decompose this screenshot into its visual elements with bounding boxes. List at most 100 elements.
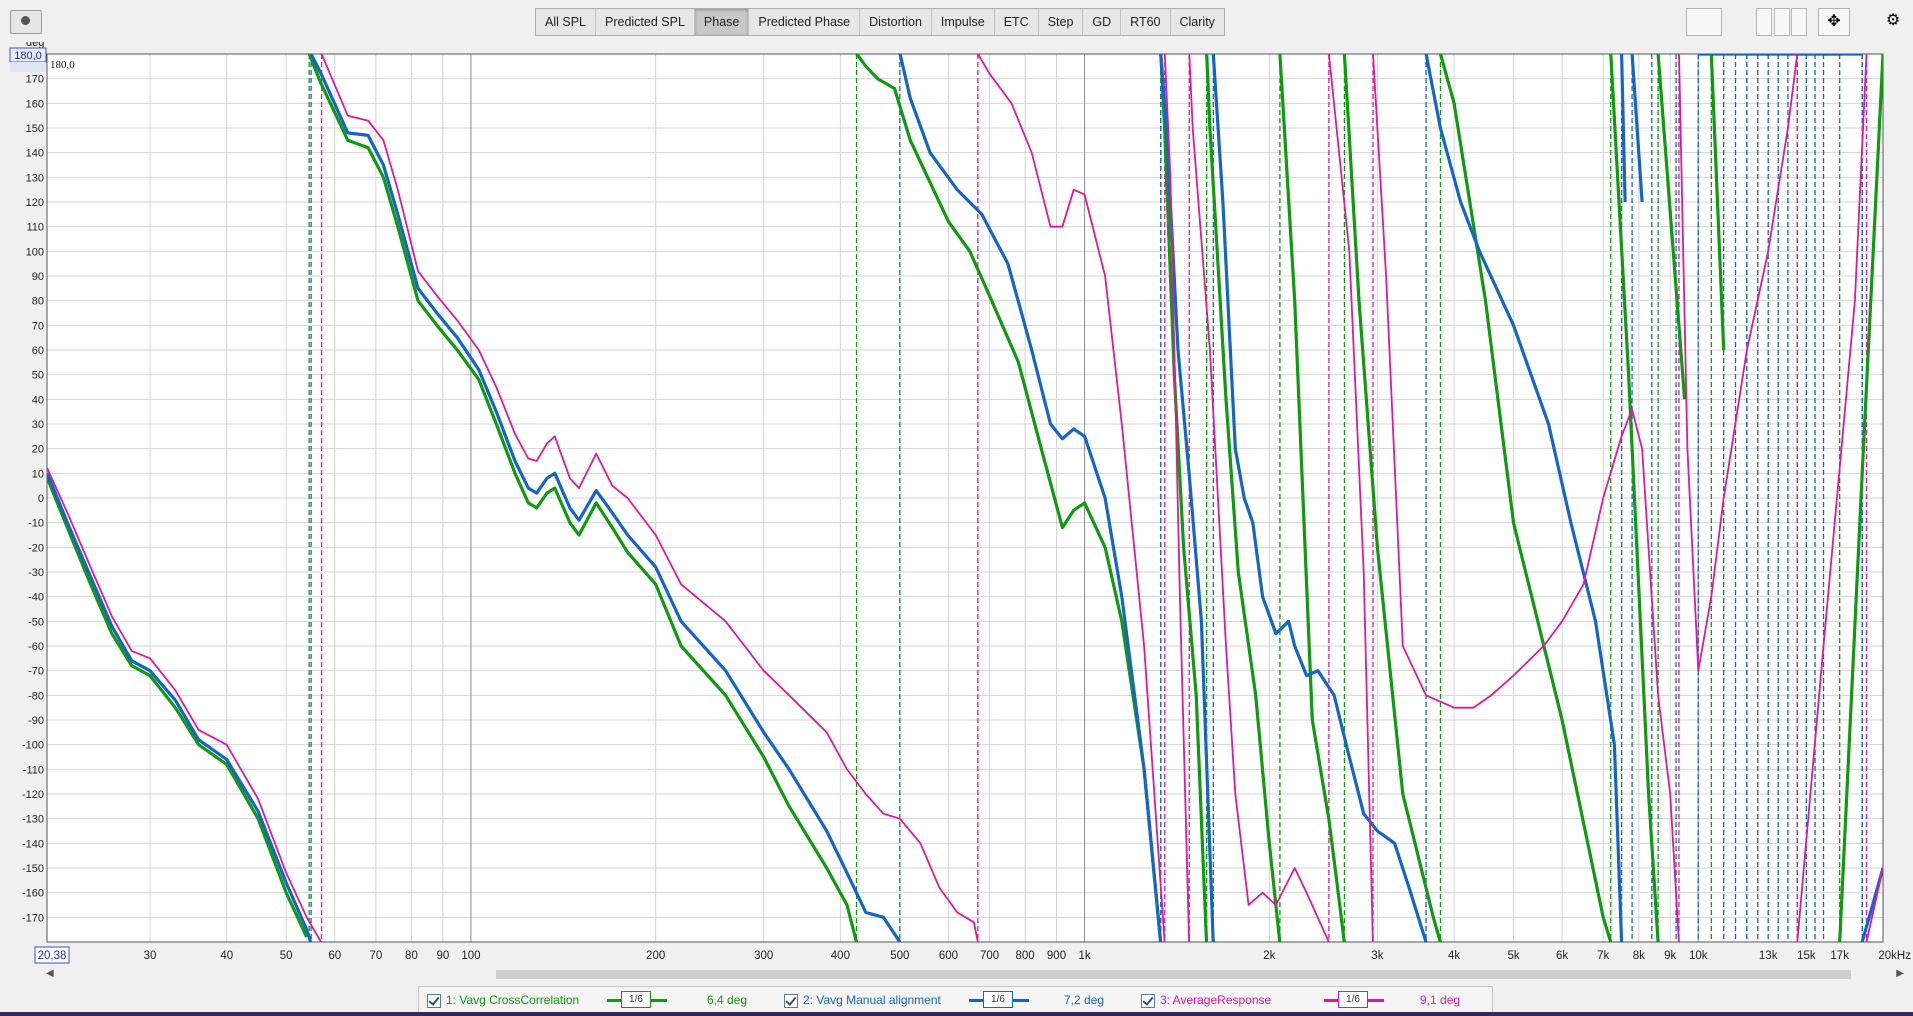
- phase-chart: 170 160 150 140 130 120 110 100 90 80 70 60 50 40 30 20…: [9, 42, 1912, 964]
- y-tick-label: 150: [26, 123, 44, 135]
- camera-icon[interactable]: [10, 10, 42, 34]
- legend-item-2[interactable]: 2: Vavg Manual alignment: [784, 993, 941, 1008]
- x-tick-label: 300: [754, 950, 773, 962]
- x-tick-label: 400: [831, 950, 850, 962]
- x-tick-label: 30: [144, 950, 157, 962]
- split-pane-alt-icon[interactable]: [1791, 8, 1807, 36]
- y-tick-label: 90: [32, 271, 44, 283]
- y-tick-label: 100: [26, 246, 44, 258]
- y-tick-label: -70: [28, 666, 44, 678]
- y-top-value-label: 180,0: [50, 59, 75, 71]
- y-tick-label: 160: [26, 98, 44, 110]
- y-tick-label: -10: [28, 518, 44, 530]
- y-tick-label: 110: [26, 222, 44, 234]
- y-tick-label: 140: [26, 148, 44, 160]
- legend-item-3[interactable]: 3: AverageResponse: [1141, 993, 1271, 1008]
- x-tick-label: 4k: [1448, 950, 1460, 962]
- x-tick-label: 200: [646, 950, 665, 962]
- x-left-box-value: 20,38: [38, 950, 67, 962]
- split-pane-icon[interactable]: [1774, 8, 1790, 36]
- graph-controls-icon[interactable]: [1686, 8, 1722, 36]
- scrollbar-thumb[interactable]: [496, 970, 1851, 979]
- single-pane-icon[interactable]: [1756, 8, 1772, 36]
- legend-item-2-checkbox[interactable]: [784, 993, 798, 1008]
- x-tick-label: 9k: [1664, 950, 1676, 962]
- y-tick-label: -80: [28, 690, 44, 702]
- horizontal-scrollbar[interactable]: ◀ ▶: [46, 968, 1904, 980]
- y-tick-label: 10: [32, 468, 44, 480]
- y-tick-label: 60: [32, 345, 44, 357]
- legend-item-2-value: 7,2 deg: [1064, 993, 1105, 1007]
- tab-all-spl[interactable]: All SPL: [536, 9, 596, 35]
- y-tick-label: -30: [28, 567, 44, 579]
- y-tick-label: 80: [32, 296, 44, 308]
- x-tick-label: 700: [980, 950, 999, 962]
- x-tick-label: 800: [1016, 950, 1035, 962]
- tab-impulse[interactable]: Impulse: [932, 9, 995, 35]
- x-tick-label: 17k: [1830, 950, 1849, 962]
- x-tick-label: 20kHz: [1878, 950, 1911, 962]
- x-tick-label: 5k: [1507, 950, 1519, 962]
- y-tick-label: 120: [26, 197, 44, 209]
- x-tick-label: 500: [890, 950, 909, 962]
- tab-predicted-spl[interactable]: Predicted SPL: [596, 9, 695, 35]
- y-tick-label: -140: [22, 838, 44, 850]
- legend-item-3-label: 3: AverageResponse: [1160, 993, 1272, 1007]
- y-tick-label: 130: [26, 172, 44, 184]
- y-tick-label: -110: [23, 764, 44, 776]
- x-tick-label: 40: [220, 950, 233, 962]
- y-tick-label: 170: [26, 74, 44, 86]
- x-tick-label: 1k: [1079, 950, 1091, 962]
- graph-toolbar: All SPL Predicted SPL Phase Predicted Phase…: [0, 0, 1913, 42]
- fit-axes-icon[interactable]: ✥: [1818, 8, 1850, 36]
- x-tick-label: 6k: [1556, 950, 1568, 962]
- y-top-box-shade: [10, 62, 46, 72]
- y-tick-label: -100: [22, 740, 44, 752]
- tab-step[interactable]: Step: [1039, 9, 1084, 35]
- x-tick-label: 8k: [1633, 950, 1645, 962]
- x-tick-label: 80: [405, 950, 418, 962]
- legend-item-1-label: 1: Vavg CrossCorrelation: [446, 993, 580, 1007]
- y-tick-label: 20: [32, 444, 44, 456]
- x-tick-label: 60: [328, 950, 341, 962]
- tab-predicted-phase[interactable]: Predicted Phase: [749, 9, 861, 35]
- legend-item-3-value: 9,1 deg: [1420, 993, 1461, 1007]
- scroll-right-arrow-icon[interactable]: ▶: [1896, 968, 1904, 979]
- x-tick-label: 600: [939, 950, 958, 962]
- tab-gd[interactable]: GD: [1083, 9, 1122, 35]
- legend-item-3-checkbox[interactable]: [1141, 993, 1155, 1008]
- y-tick-label: 50: [32, 370, 44, 382]
- x-tick-label: 50: [280, 950, 293, 962]
- phase-graph[interactable]: 170 160 150 140 130 120 110 100 90 80 70 60 50 40 30 20…: [0, 42, 1913, 976]
- x-tick-label: 13k: [1759, 950, 1778, 962]
- legend-item-1-checkbox[interactable]: [427, 993, 441, 1008]
- x-tick-label: 15k: [1797, 950, 1816, 962]
- y-tick-label: -40: [28, 592, 44, 604]
- scroll-left-arrow-icon[interactable]: ◀: [46, 968, 54, 979]
- y-tick-label: 40: [32, 394, 44, 406]
- tab-distortion[interactable]: Distortion: [860, 9, 932, 35]
- tab-phase[interactable]: Phase: [694, 9, 750, 35]
- legend-item-2-smoothing-box: 1/6: [983, 991, 1013, 1008]
- x-tick-label: 900: [1047, 950, 1066, 962]
- tab-clarity[interactable]: Clarity: [1171, 9, 1224, 35]
- y-tick-label: -20: [28, 542, 44, 554]
- y-tick-label: -130: [22, 814, 44, 826]
- legend-item-1[interactable]: 1: Vavg CrossCorrelation: [427, 993, 579, 1008]
- x-tick-label: 70: [369, 950, 382, 962]
- settings-gear-icon[interactable]: ⚙: [1880, 8, 1906, 34]
- tab-etc[interactable]: ETC: [995, 9, 1039, 35]
- x-tick-label: 3k: [1371, 950, 1383, 962]
- x-tick-label: 2k: [1263, 950, 1275, 962]
- window-bottom-border: [0, 1012, 1913, 1016]
- y-tick-label: -170: [22, 912, 44, 924]
- y-tick-label: -150: [22, 863, 44, 875]
- x-tick-label: 10k: [1689, 950, 1708, 962]
- legend-item-2-label: 2: Vavg Manual alignment: [803, 993, 941, 1007]
- y-tick-label: -60: [28, 641, 44, 653]
- y-tick-label: -160: [22, 888, 44, 900]
- y-tick-label: 70: [32, 320, 44, 332]
- y-tick-label: -50: [28, 616, 44, 628]
- tab-rt60[interactable]: RT60: [1121, 9, 1171, 35]
- x-axis-labels: 30 40 50 60 70 80 90 100 200 300 400 500 600 700 800 90…: [144, 950, 1912, 962]
